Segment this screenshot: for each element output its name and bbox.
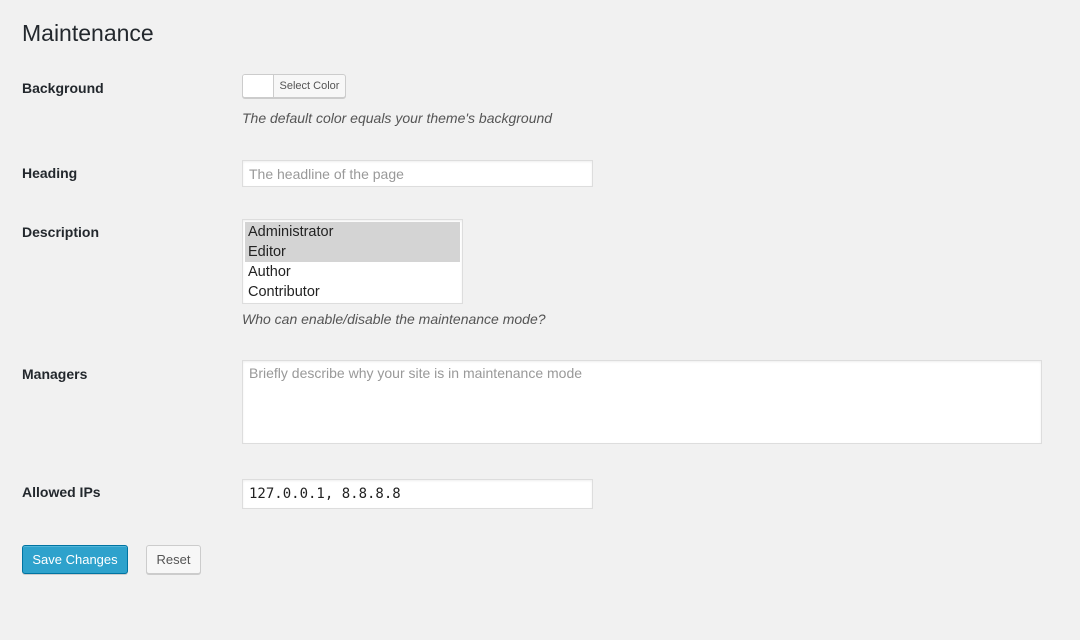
role-option[interactable]: Editor — [245, 242, 460, 262]
roles-multiselect[interactable]: Administrator Editor Author Contributor — [242, 219, 463, 304]
settings-page: Maintenance Background Select Color The … — [0, 0, 1080, 640]
roles-help-text: Who can enable/disable the maintenance m… — [242, 311, 546, 327]
role-option[interactable]: Administrator — [245, 222, 460, 242]
page-title: Maintenance — [22, 20, 154, 46]
allowed-ips-label: Allowed IPs — [22, 484, 101, 500]
background-description: The default color equals your theme's ba… — [242, 110, 553, 126]
color-swatch[interactable] — [243, 75, 274, 97]
heading-label: Heading — [22, 165, 78, 181]
managers-label: Managers — [22, 366, 88, 382]
role-option[interactable]: Contributor — [245, 282, 460, 302]
select-color-label: Select Color — [279, 80, 340, 92]
allowed-ips-input[interactable] — [242, 479, 593, 509]
background-label: Background — [22, 80, 104, 96]
managers-textarea[interactable] — [242, 360, 1042, 444]
save-changes-button[interactable]: Save Changes — [22, 545, 128, 574]
reset-button[interactable]: Reset — [146, 545, 201, 574]
heading-input[interactable] — [242, 160, 593, 187]
role-option[interactable]: Author — [245, 262, 460, 282]
select-color-button[interactable]: Select Color — [242, 74, 346, 98]
description-label: Description — [22, 224, 100, 240]
